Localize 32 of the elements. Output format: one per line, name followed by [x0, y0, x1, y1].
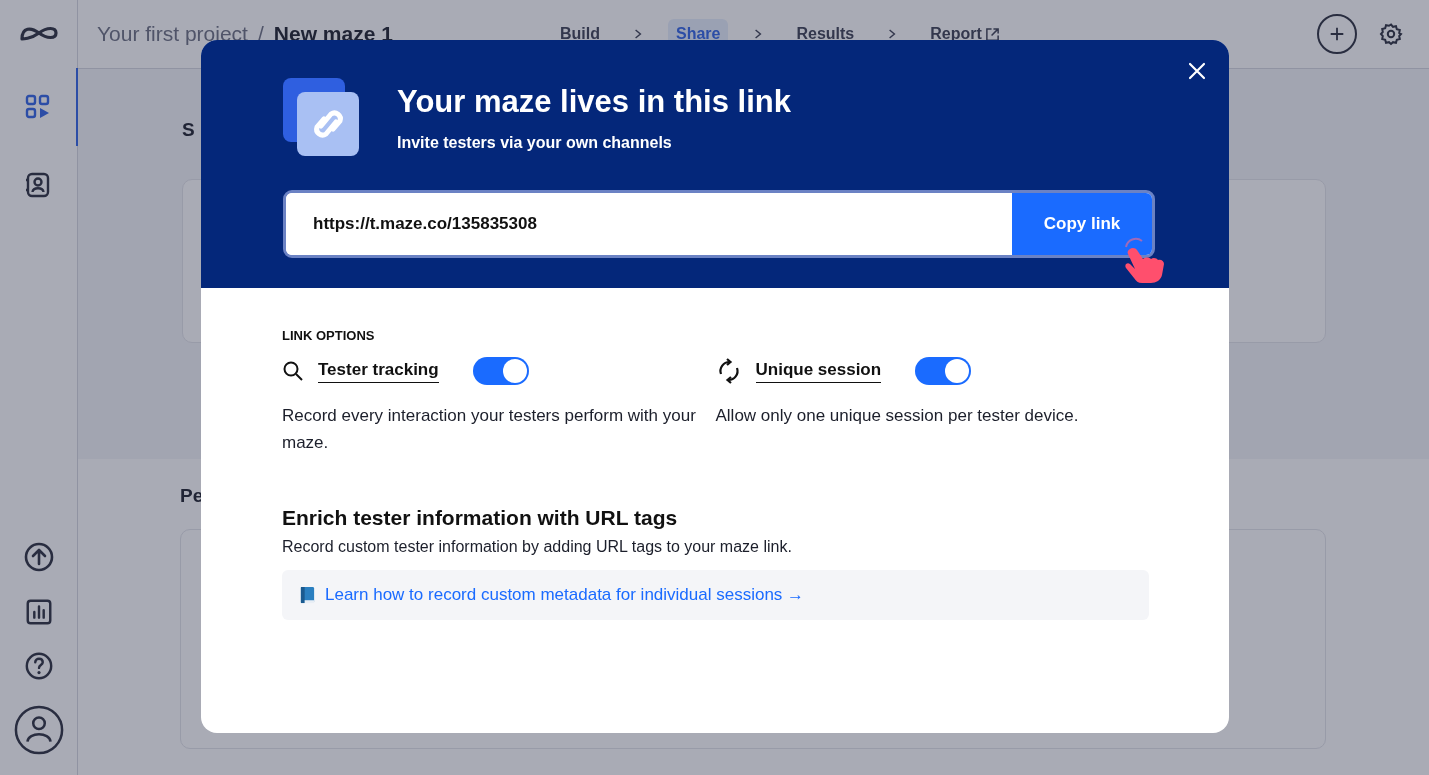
- options-heading: LINK OPTIONS: [282, 328, 376, 343]
- link-icon: [283, 78, 361, 158]
- section-heading: S: [182, 119, 195, 141]
- toggle-switch[interactable]: [472, 357, 529, 385]
- chevron-icon: [634, 28, 642, 40]
- dashboard-icon: [24, 93, 52, 121]
- upload-icon[interactable]: [22, 541, 55, 573]
- option-description: Record every interaction your testers perform with your maze.: [282, 405, 697, 454]
- plus-icon: [1328, 25, 1346, 43]
- step-tab[interactable]: Report: [922, 19, 1008, 49]
- tags-description: Record custom tester information by adding URL tags to your maze link.: [282, 538, 793, 556]
- dialog-subtitle: Invite testers via your own channels: [397, 134, 673, 152]
- close-icon[interactable]: [1187, 61, 1207, 81]
- book-icon: [299, 585, 316, 605]
- option-label: Unique session: [755, 359, 882, 383]
- contacts-icon: [24, 171, 52, 199]
- toggle-switch[interactable]: [915, 357, 972, 385]
- external-link-icon: [984, 26, 1000, 42]
- copy-link-button[interactable]: Copy link: [1012, 193, 1152, 255]
- add-button[interactable]: [1317, 14, 1357, 54]
- chevron-icon: [754, 28, 763, 40]
- dialog-title: Your maze lives in this link: [397, 84, 791, 120]
- option-label: Tester tracking: [318, 359, 439, 383]
- avatar-icon[interactable]: [13, 705, 64, 755]
- tags-heading: Enrich tester information with URL tags: [282, 506, 679, 530]
- learn-more-link[interactable]: Learn how to record custom metadata for individual sessions →: [325, 585, 805, 605]
- settings-icon[interactable]: [1379, 22, 1403, 46]
- help-icon[interactable]: [23, 651, 54, 681]
- search-icon: [282, 360, 304, 382]
- section-heading: Pe: [180, 485, 204, 507]
- chevron-icon: [888, 28, 897, 40]
- option-description: Allow only one unique session per tester device.: [715, 405, 1080, 427]
